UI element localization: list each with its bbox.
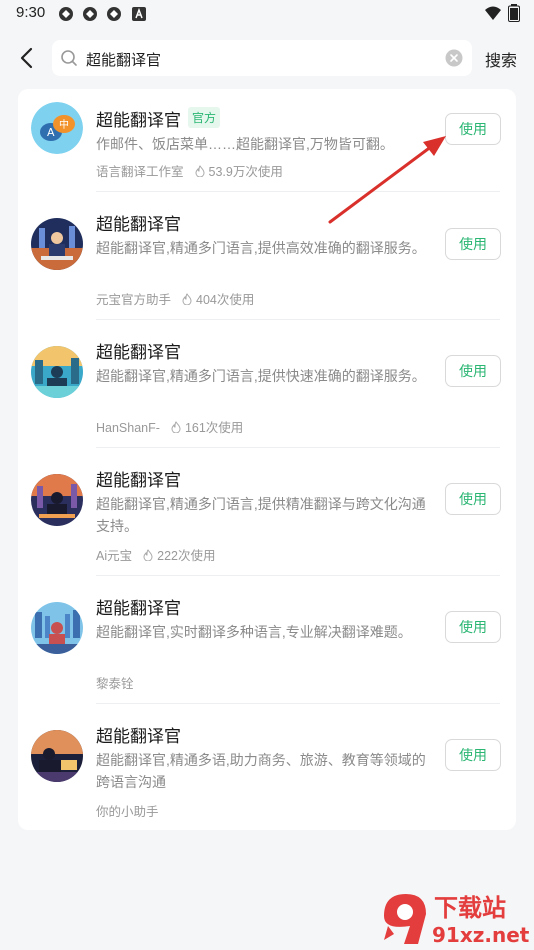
item-title: 超能翻译官 [96,215,181,234]
item-title: 超能翻译官 [96,111,181,130]
avatar [31,346,83,398]
item-description: 作邮件、饭店菜单……超能翻译官,万物皆可翻。 [96,136,394,152]
list-item[interactable]: 超能翻译官 超能翻译官,精通多门语言,提供精准翻译与跨文化沟通支持。 Ai元宝 2… [18,448,516,576]
item-description: 超能翻译官,精通多门语言,提供快速准确的翻译服务。 [96,368,426,384]
item-meta: 元宝官方助手 404次使用 [96,289,254,308]
flame-icon [195,165,205,177]
item-usage-count: 222次使用 [157,549,216,563]
search-bar[interactable] [52,40,472,76]
use-button[interactable]: 使用 [445,739,501,771]
list-item[interactable]: A 中 超能翻译官 官方 作邮件、饭店菜单……超能翻译官,万物皆可翻。 语言翻译… [18,89,516,192]
item-usage-count: 161次使用 [184,421,244,435]
avatar [31,474,83,526]
svg-text:中: 中 [59,118,69,131]
item-title: 超能翻译官 [96,727,181,746]
item-meta: 语言翻译工作室 53.9万次使用 [96,161,283,180]
svg-text:下载站: 下载站 [434,894,506,922]
item-author: Ai元宝 [96,549,133,563]
status-time: 9:30 [16,4,46,21]
item-meta: Ai元宝 222次使用 [96,545,215,564]
flame-icon [143,549,153,561]
item-author: 黎泰铨 [96,677,134,691]
use-button[interactable]: 使用 [445,355,501,387]
item-usage-count: 53.9万次使用 [208,165,283,179]
search-input[interactable] [84,46,448,72]
item-title: 超能翻译官 [96,343,181,362]
status-bar: 9:30 [0,0,534,28]
app-notification-icon [107,7,121,21]
official-badge: 官方 [188,107,221,128]
app-notification-icon [59,7,73,21]
list-item[interactable]: 超能翻译官 超能翻译官,精通多语,助力商务、旅游、教育等领域的跨语言沟通 你的小… [18,704,516,830]
avatar [31,730,83,782]
svg-text:91xz.net: 91xz.net [432,923,530,947]
item-meta: HanShanF- 161次使用 [96,417,243,436]
wifi-icon [485,6,501,20]
item-author: 语言翻译工作室 [96,165,184,179]
item-author: HanShanF- [96,421,160,435]
item-description: 超能翻译官,实时翻译多种语言,专业解决翻译难题。 [96,624,412,640]
item-description: 超能翻译官,精通多门语言,提供高效准确的翻译服务。 [96,240,426,256]
flame-icon [182,293,192,305]
avatar [31,602,83,654]
use-button[interactable]: 使用 [445,483,501,515]
list-item[interactable]: 超能翻译官 超能翻译官,实时翻译多种语言,专业解决翻译难题。 黎泰铨 使用 [18,576,516,704]
avatar [31,218,83,270]
use-button[interactable]: 使用 [445,113,501,145]
search-button[interactable]: 搜索 [485,47,517,71]
item-description: 超能翻译官,精通多语,助力商务、旅游、教育等领域的跨语言沟通 [96,752,426,790]
results-list: A 中 超能翻译官 官方 作邮件、饭店菜单……超能翻译官,万物皆可翻。 语言翻译… [18,89,516,830]
battery-icon [508,4,520,22]
clear-search-icon[interactable] [445,49,463,67]
item-usage-count: 404次使用 [196,293,255,307]
text-notification-icon [132,7,146,21]
search-icon [61,50,77,66]
list-item[interactable]: 超能翻译官 超能翻译官,精通多门语言,提供快速准确的翻译服务。 HanShanF… [18,320,516,448]
site-watermark-logo: 下载站 91xz.net [384,894,530,947]
flame-icon [171,421,181,433]
app-notification-icon [83,7,97,21]
back-arrow-icon[interactable] [14,44,42,72]
item-author: 你的小助手 [96,805,159,819]
item-meta: 你的小助手 [96,801,159,820]
use-button[interactable]: 使用 [445,228,501,260]
item-title: 超能翻译官 [96,599,181,618]
item-meta: 黎泰铨 [96,673,134,692]
item-author: 元宝官方助手 [96,293,172,307]
avatar: A 中 [31,102,83,154]
svg-text:A: A [47,126,55,139]
item-description: 超能翻译官,精通多门语言,提供精准翻译与跨文化沟通支持。 [96,496,426,534]
use-button[interactable]: 使用 [445,611,501,643]
list-item[interactable]: 超能翻译官 超能翻译官,精通多门语言,提供高效准确的翻译服务。 元宝官方助手 40… [18,192,516,320]
item-title: 超能翻译官 [96,471,181,490]
